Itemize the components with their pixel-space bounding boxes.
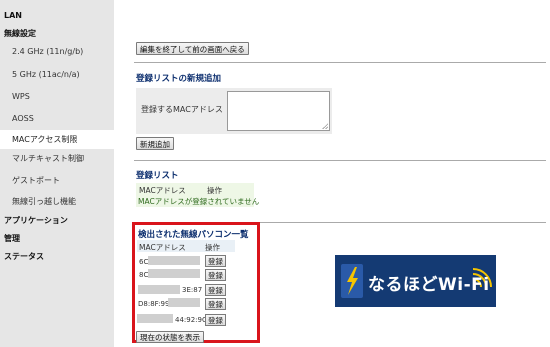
sidebar-item-label: ゲストポート (12, 176, 60, 185)
registered-list-title: 登録リスト (136, 171, 179, 181)
sidebar-item-label: マルチキャスト制御 (12, 154, 84, 163)
sidebar-item-label: 無線引っ越し機能 (12, 197, 76, 206)
sidebar-nav: LAN 無線設定 2.4 GHz (11n/g/b) 5 GHz (11ac/n… (0, 0, 114, 347)
sidebar-item-24ghz[interactable]: 2.4 GHz (11n/g/b) (12, 43, 83, 61)
sidebar-item-label: 管理 (4, 234, 20, 243)
register-button[interactable]: 登録 (205, 255, 226, 267)
mac-address-value: 3E:87 (182, 286, 203, 294)
masked-value (148, 256, 200, 265)
register-button[interactable]: 登録 (205, 298, 226, 310)
sidebar-item-aoss[interactable]: AOSS (12, 110, 34, 128)
masked-value (148, 269, 200, 278)
sidebar-item-lan[interactable]: LAN (4, 7, 22, 25)
sidebar-item-5ghz[interactable]: 5 GHz (11ac/n/a) (12, 66, 80, 84)
empty-list-message: MACアドレスが登録されていません (138, 197, 260, 206)
mac-address-value: 8C (139, 271, 149, 279)
sidebar-item-label: ステータス (4, 252, 44, 261)
masked-value (138, 285, 180, 294)
sidebar-item-wps[interactable]: WPS (12, 88, 30, 106)
sidebar-item-label: 無線設定 (4, 29, 36, 38)
sidebar-item-applications[interactable]: アプリケーション (4, 212, 68, 230)
sidebar-item-label: LAN (4, 11, 22, 20)
sidebar-item-label: AOSS (12, 114, 34, 123)
detected-list-title: 検出された無線パソコン一覧 (138, 230, 249, 240)
sidebar-item-label: アプリケーション (4, 216, 68, 225)
col-action-header: 操作 (205, 243, 220, 252)
mac-address-value: 6C (139, 258, 149, 266)
masked-value (168, 298, 200, 307)
sidebar-item-multicast[interactable]: マルチキャスト制御 (12, 150, 84, 168)
mac-address-value: D8:8F:99 (138, 300, 170, 308)
sidebar-item-label: 2.4 GHz (11n/g/b) (12, 47, 84, 56)
show-current-status-button[interactable]: 現在の状態を表示 (136, 331, 204, 343)
sidebar-item-label: WPS (12, 92, 30, 101)
sidebar-item-wireless[interactable]: 無線設定 (4, 25, 36, 43)
sidebar-item-label: MACアクセス制限 (12, 135, 78, 144)
mac-address-value: 44:92:9C (175, 316, 207, 324)
resize-handle-icon[interactable] (322, 123, 328, 129)
col-action-header: 操作 (207, 186, 222, 195)
new-entry-title: 登録リストの新規追加 (136, 74, 222, 84)
mac-address-label: 登録するMACアドレス (141, 105, 223, 114)
col-mac-header: MACアドレス (139, 243, 186, 252)
sidebar-item-mac-access[interactable]: MACアクセス制限 (0, 130, 114, 149)
finish-edit-button[interactable]: 編集を終了して前の画面へ戻る (136, 42, 249, 55)
sidebar-item-status[interactable]: ステータス (4, 248, 44, 266)
register-button[interactable]: 登録 (205, 314, 226, 326)
col-mac-header: MACアドレス (139, 186, 186, 195)
masked-value (137, 314, 173, 323)
naruhodo-wifi-logo: なるほどWi-Fi (335, 255, 496, 307)
sidebar-item-guest-port[interactable]: ゲストポート (12, 172, 60, 190)
logo-text: なるほどWi-Fi (368, 275, 490, 295)
sidebar-item-wireless-migration[interactable]: 無線引っ越し機能 (12, 193, 76, 211)
register-button[interactable]: 登録 (205, 269, 226, 281)
add-new-button[interactable]: 新規追加 (136, 137, 174, 150)
sidebar-item-admin[interactable]: 管理 (4, 230, 20, 248)
mac-address-input[interactable] (227, 91, 330, 131)
register-button[interactable]: 登録 (205, 284, 226, 296)
divider (134, 160, 546, 161)
divider (134, 62, 546, 63)
sidebar-item-label: 5 GHz (11ac/n/a) (12, 70, 80, 79)
